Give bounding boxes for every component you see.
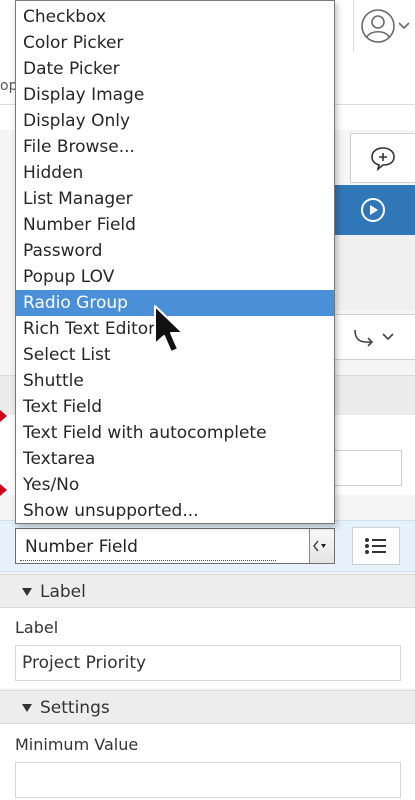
shortcut-button[interactable]: [330, 314, 415, 360]
minimum-value-label: Minimum Value: [15, 735, 139, 754]
type-dropdown-list[interactable]: Checkbox Color Picker Date Picker Display I…: [15, 0, 335, 524]
collapse-triangle-icon: [22, 704, 32, 712]
required-marker-icon: [0, 484, 7, 496]
list-view-button[interactable]: [352, 527, 400, 565]
dropdown-option[interactable]: Hidden: [16, 160, 334, 186]
label-field-label: Label: [15, 618, 59, 637]
label-group-title: Label: [40, 582, 86, 602]
dropdown-option[interactable]: Number Field: [16, 212, 334, 238]
comment-add-icon: [371, 147, 395, 172]
list-icon: [365, 538, 386, 554]
dropdown-option[interactable]: Textarea: [16, 446, 334, 472]
dropdown-option[interactable]: Text Field with autocomplete: [16, 420, 334, 446]
settings-group-title: Settings: [40, 698, 110, 718]
user-menu-button[interactable]: [353, 0, 415, 52]
minimum-value-input[interactable]: [15, 762, 401, 798]
dropdown-option[interactable]: Display Image: [16, 82, 334, 108]
chevron-down-icon: [313, 540, 326, 552]
property-input-partial[interactable]: [330, 450, 402, 486]
run-button[interactable]: [330, 185, 415, 235]
redirect-arrow-icon: [354, 329, 374, 347]
type-select-value: Number Field: [25, 537, 138, 557]
dropdown-option[interactable]: Date Picker: [16, 56, 334, 82]
dropdown-option[interactable]: Popup LOV: [16, 264, 334, 290]
dropdown-option[interactable]: Color Picker: [16, 30, 334, 56]
collapse-triangle-icon: [22, 588, 32, 596]
play-circle-icon: [360, 198, 385, 222]
dropdown-option[interactable]: Checkbox: [16, 4, 334, 30]
label-field-value: Project Priority: [22, 653, 147, 673]
user-avatar-icon: [360, 9, 395, 43]
type-select[interactable]: Number Field: [15, 528, 335, 564]
panel-band: [330, 235, 415, 310]
label-field-input[interactable]: Project Priority: [15, 645, 401, 681]
chevron-down-icon: [397, 22, 410, 30]
select-arrow-button[interactable]: [309, 529, 334, 563]
label-group-header[interactable]: Label: [0, 574, 415, 608]
dropdown-option[interactable]: Password: [16, 238, 334, 264]
dropdown-option[interactable]: List Manager: [16, 186, 334, 212]
settings-group-header[interactable]: Settings: [0, 690, 415, 724]
dropdown-option[interactable]: Text Field: [16, 394, 334, 420]
comment-button[interactable]: [350, 133, 415, 183]
chevron-down-icon: [382, 333, 394, 341]
dropdown-option[interactable]: Show unsupported...: [16, 498, 334, 523]
focus-underline: [20, 560, 276, 561]
dropdown-option[interactable]: Shuttle: [16, 368, 334, 394]
dropdown-option[interactable]: Display Only: [16, 108, 334, 134]
required-marker-icon: [0, 410, 7, 422]
dropdown-option[interactable]: File Browse...: [16, 134, 334, 160]
dropdown-option[interactable]: Yes/No: [16, 472, 334, 498]
mouse-cursor-icon: [154, 305, 184, 353]
